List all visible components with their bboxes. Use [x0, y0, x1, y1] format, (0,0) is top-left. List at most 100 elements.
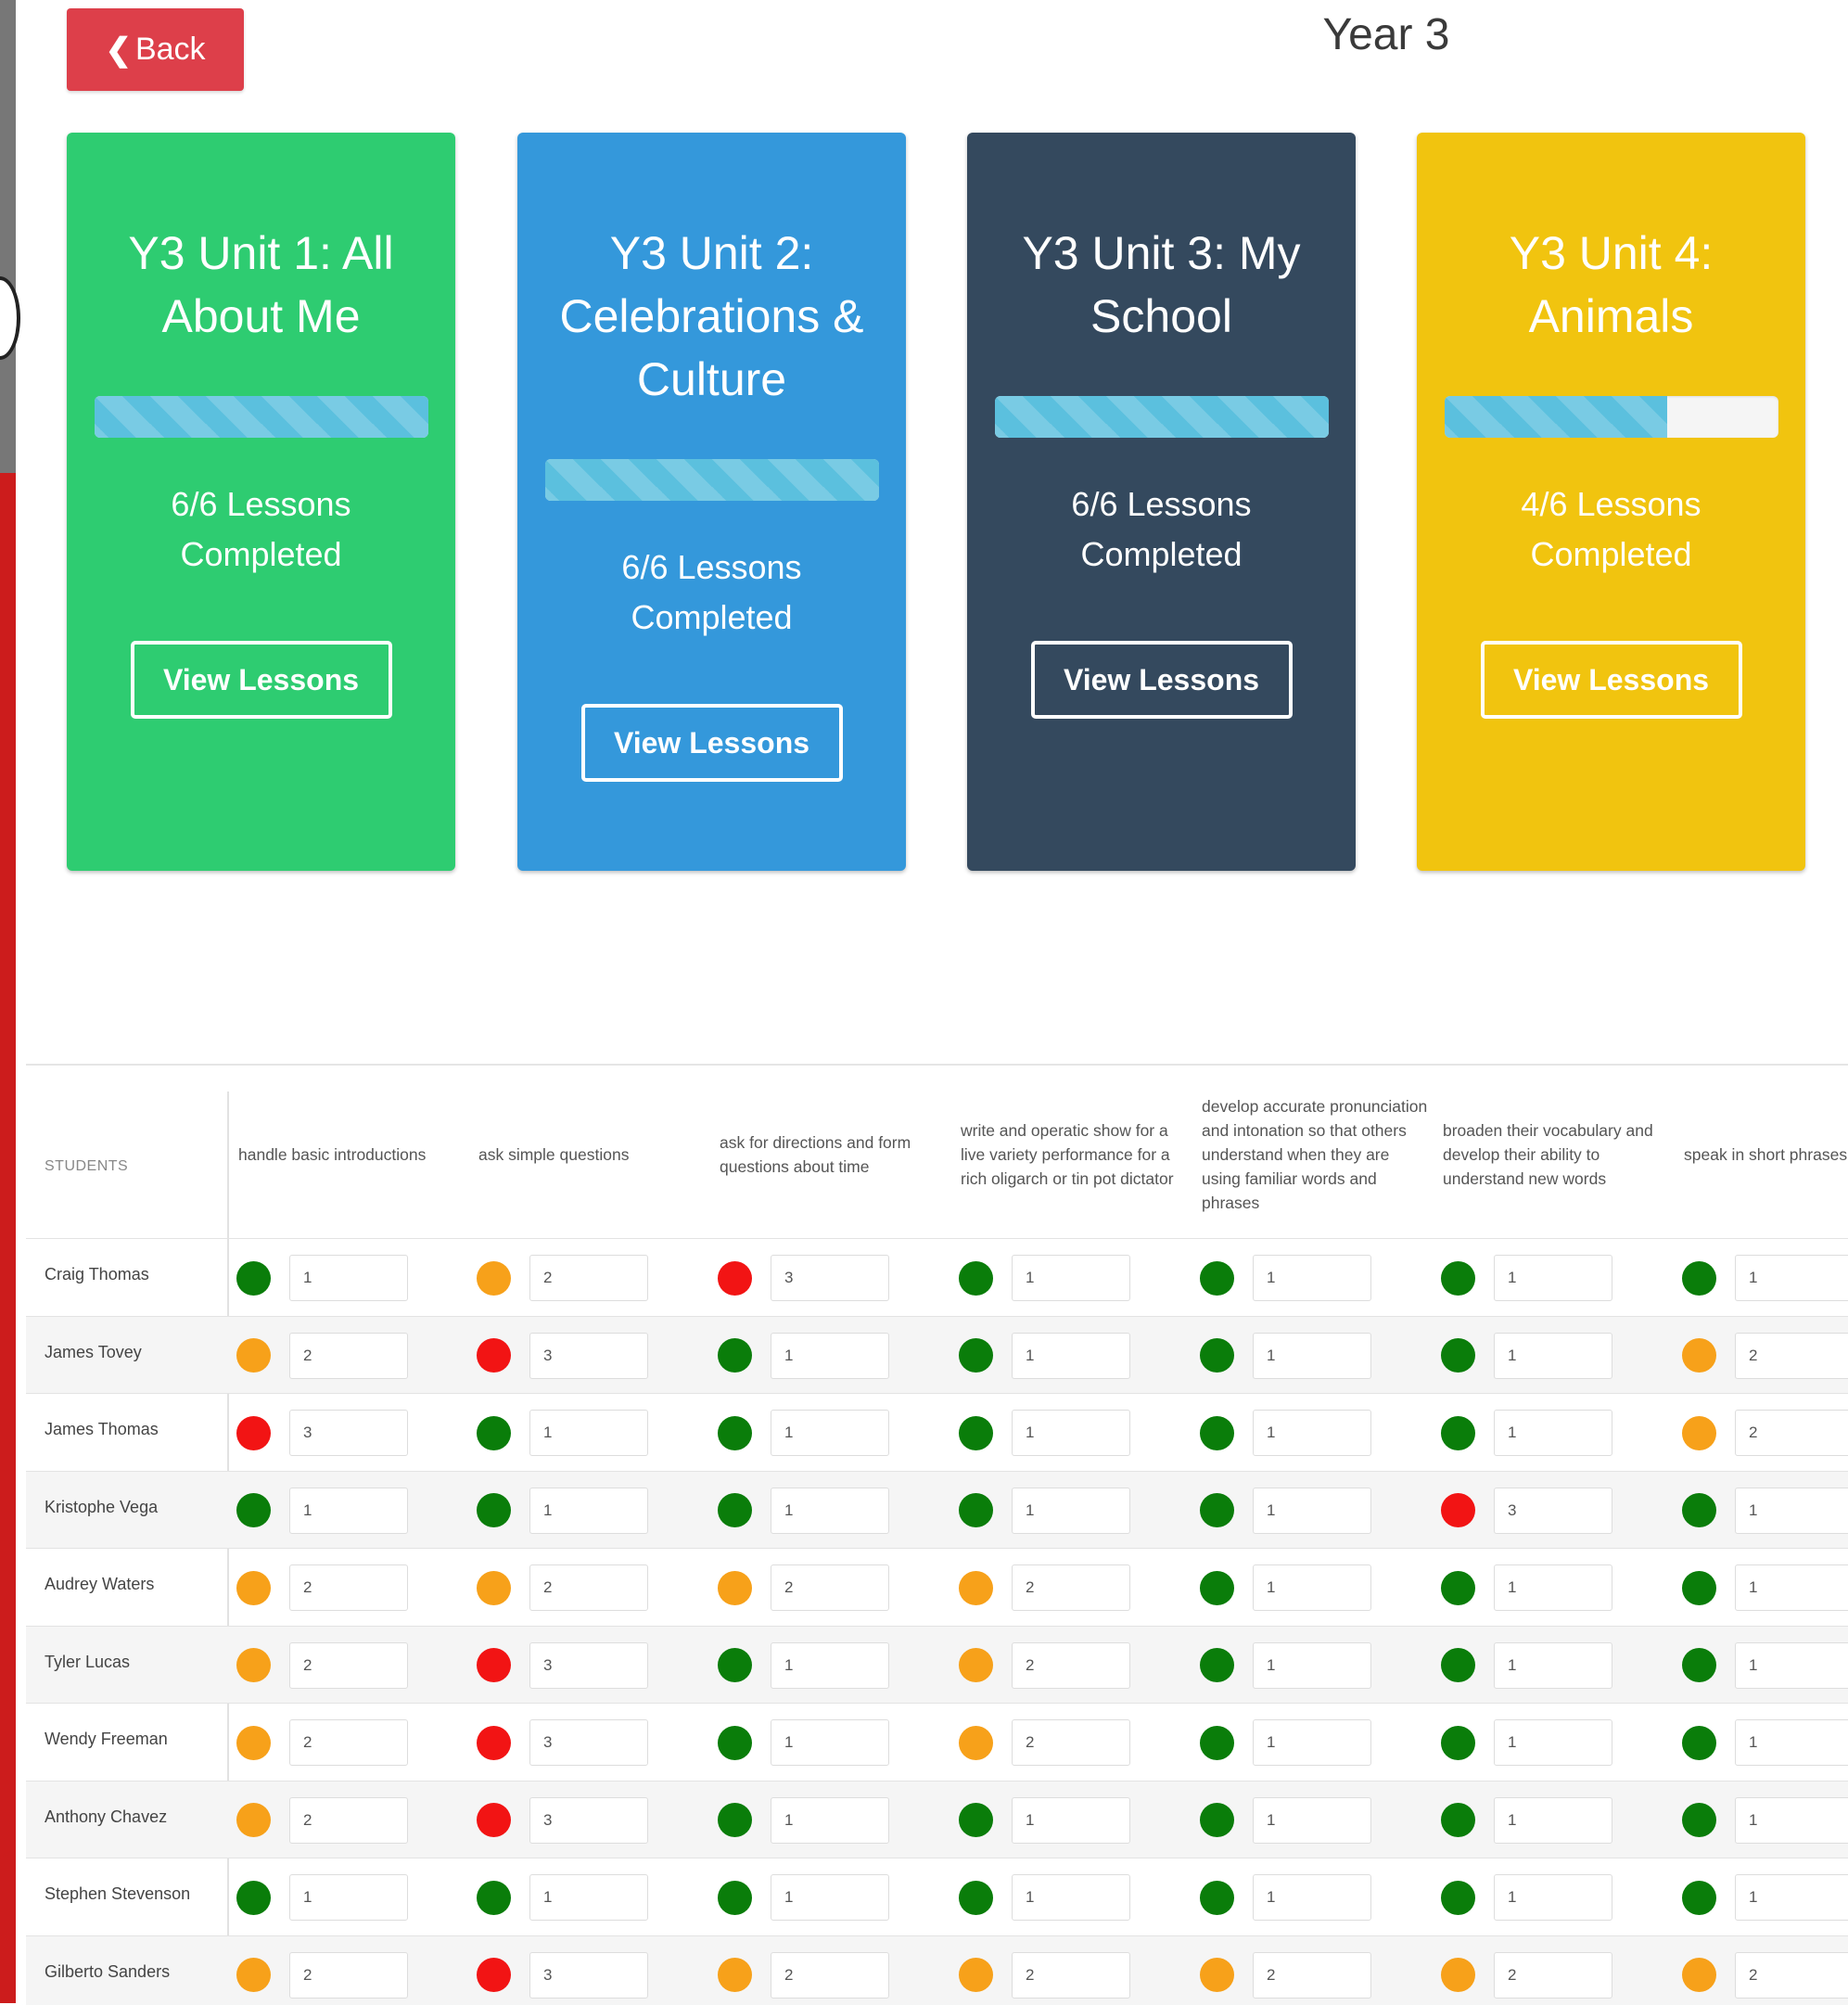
score-input[interactable] [529, 1564, 648, 1611]
score-input[interactable] [1012, 1719, 1130, 1766]
score-input[interactable] [289, 1874, 408, 1921]
score-input[interactable] [289, 1719, 408, 1766]
view-lessons-button[interactable]: View Lessons [1031, 641, 1293, 719]
score-input[interactable] [289, 1564, 408, 1611]
score-input[interactable] [1494, 1719, 1612, 1766]
score-input[interactable] [1494, 1410, 1612, 1456]
score-input[interactable] [1735, 1564, 1848, 1611]
score-input[interactable] [1735, 1952, 1848, 1999]
student-name: Tyler Lucas [45, 1653, 130, 1672]
view-lessons-button[interactable]: View Lessons [581, 704, 843, 782]
score-input[interactable] [529, 1488, 648, 1534]
score-input[interactable] [1735, 1797, 1848, 1844]
window-edge-accent [0, 473, 16, 2003]
score-input[interactable] [529, 1874, 648, 1921]
score-input[interactable] [1494, 1488, 1612, 1534]
score-cell [477, 1795, 648, 1845]
score-input[interactable] [289, 1255, 408, 1301]
score-input[interactable] [529, 1410, 648, 1456]
score-input[interactable] [771, 1333, 889, 1379]
unit-title: Y3 Unit 2: Celebrations & Culture [517, 222, 906, 411]
score-input[interactable] [529, 1255, 648, 1301]
score-input[interactable] [771, 1642, 889, 1689]
score-input[interactable] [771, 1952, 889, 1999]
score-input[interactable] [1735, 1874, 1848, 1921]
score-input[interactable] [529, 1333, 648, 1379]
edge-handle [0, 276, 20, 360]
status-dot-icon [1200, 1493, 1234, 1527]
score-input[interactable] [771, 1719, 889, 1766]
score-input[interactable] [1253, 1642, 1371, 1689]
score-input[interactable] [771, 1255, 889, 1301]
score-input[interactable] [1253, 1564, 1371, 1611]
score-cell [1200, 1795, 1371, 1845]
score-input[interactable] [1012, 1797, 1130, 1844]
page-title: Year 3 [1205, 9, 1567, 60]
score-input[interactable] [529, 1719, 648, 1766]
lessons-completed: 6/6 Lessons Completed [1023, 479, 1301, 580]
progress-bar [1445, 396, 1778, 438]
score-input[interactable] [1253, 1488, 1371, 1534]
score-input[interactable] [1735, 1488, 1848, 1534]
score-cell [718, 1718, 889, 1768]
score-input[interactable] [771, 1488, 889, 1534]
back-button[interactable]: ❮ Back [67, 8, 244, 91]
score-input[interactable] [1253, 1952, 1371, 1999]
score-input[interactable] [1494, 1952, 1612, 1999]
table-row: Craig Thomas [26, 1238, 1848, 1315]
status-dot-icon [1441, 1881, 1475, 1915]
score-input[interactable] [529, 1952, 648, 1999]
score-input[interactable] [771, 1797, 889, 1844]
score-input[interactable] [771, 1874, 889, 1921]
score-cell [1441, 1253, 1612, 1303]
view-lessons-button[interactable]: View Lessons [1481, 641, 1742, 719]
score-input[interactable] [529, 1642, 648, 1689]
score-input[interactable] [1012, 1488, 1130, 1534]
score-input[interactable] [1494, 1797, 1612, 1844]
score-input[interactable] [1494, 1642, 1612, 1689]
score-input[interactable] [1012, 1410, 1130, 1456]
score-input[interactable] [1735, 1410, 1848, 1456]
score-input[interactable] [289, 1488, 408, 1534]
score-input[interactable] [529, 1797, 648, 1844]
score-input[interactable] [1253, 1874, 1371, 1921]
student-name: Wendy Freeman [45, 1730, 168, 1749]
score-input[interactable] [1012, 1333, 1130, 1379]
score-input[interactable] [289, 1410, 408, 1456]
score-input[interactable] [1494, 1333, 1612, 1379]
score-input[interactable] [771, 1564, 889, 1611]
score-input[interactable] [1735, 1642, 1848, 1689]
score-input[interactable] [1253, 1333, 1371, 1379]
score-input[interactable] [1253, 1255, 1371, 1301]
score-cell [1682, 1795, 1848, 1845]
status-dot-icon [236, 1571, 271, 1605]
status-dot-icon [718, 1493, 752, 1527]
score-input[interactable] [289, 1797, 408, 1844]
score-input[interactable] [1253, 1719, 1371, 1766]
score-input[interactable] [1735, 1333, 1848, 1379]
score-input[interactable] [1012, 1564, 1130, 1611]
score-cell [477, 1950, 648, 2000]
score-input[interactable] [1012, 1642, 1130, 1689]
score-input[interactable] [771, 1410, 889, 1456]
view-lessons-button[interactable]: View Lessons [131, 641, 392, 719]
score-cell [959, 1718, 1130, 1768]
lessons-completed: 6/6 Lessons Completed [122, 479, 401, 580]
score-input[interactable] [1494, 1874, 1612, 1921]
score-input[interactable] [289, 1333, 408, 1379]
score-input[interactable] [1253, 1410, 1371, 1456]
score-cell [236, 1718, 408, 1768]
score-input[interactable] [1012, 1255, 1130, 1301]
score-input[interactable] [289, 1642, 408, 1689]
status-dot-icon [718, 1416, 752, 1450]
score-input[interactable] [1735, 1255, 1848, 1301]
score-input[interactable] [1012, 1952, 1130, 1999]
score-input[interactable] [1012, 1874, 1130, 1921]
status-dot-icon [1682, 1416, 1716, 1450]
score-input[interactable] [1494, 1255, 1612, 1301]
student-name: Gilberto Sanders [45, 1962, 170, 1982]
score-input[interactable] [289, 1952, 408, 1999]
score-input[interactable] [1494, 1564, 1612, 1611]
score-input[interactable] [1735, 1719, 1848, 1766]
score-input[interactable] [1253, 1797, 1371, 1844]
